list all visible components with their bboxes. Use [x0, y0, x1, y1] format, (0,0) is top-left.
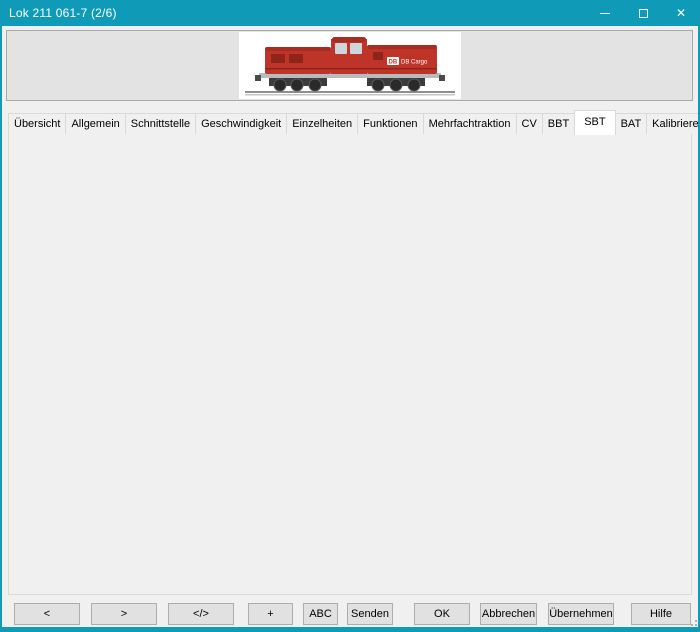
- titlebar[interactable]: Lok 211 061-7 (2/6) ✕: [0, 0, 700, 26]
- maximize-button[interactable]: [624, 0, 662, 26]
- abbrechen-button[interactable]: Abbrechen: [480, 603, 537, 625]
- tab-geschwindigkeit[interactable]: Geschwindigkeit: [195, 113, 287, 134]
- svg-text:DB: DB: [388, 60, 397, 66]
- prev-button[interactable]: <: [14, 603, 80, 625]
- tab-funktionen[interactable]: Funktionen: [357, 113, 423, 134]
- tab-bbt[interactable]: BBT: [542, 113, 575, 134]
- hilfe-button[interactable]: Hilfe: [631, 603, 691, 625]
- window-border: [0, 26, 2, 632]
- locomotive-illustration: DB DB Cargo: [239, 32, 461, 99]
- plus-button[interactable]: +: [248, 603, 293, 625]
- minimize-icon: [600, 13, 610, 14]
- close-icon: ✕: [676, 7, 686, 19]
- svg-text:DB Cargo: DB Cargo: [401, 60, 428, 66]
- tab-allgemein[interactable]: Allgemein: [65, 113, 125, 134]
- tab-cv[interactable]: CV: [516, 113, 543, 134]
- window-controls: ✕: [586, 0, 700, 26]
- locomotive-image: DB DB Cargo: [239, 32, 461, 99]
- tab-sbt[interactable]: SBT: [574, 110, 615, 135]
- close-button[interactable]: ✕: [662, 0, 700, 26]
- abc-button[interactable]: ABC: [303, 603, 338, 625]
- window-border: [0, 627, 700, 632]
- tab-strip: Übersicht Allgemein Schnittstelle Geschw…: [8, 111, 700, 134]
- uebernehmen-button[interactable]: Übernehmen: [548, 603, 614, 625]
- locomotive-image-panel: DB DB Cargo: [6, 30, 693, 101]
- tab-kalibrieren[interactable]: Kalibrieren: [646, 113, 700, 134]
- minimize-button[interactable]: [586, 0, 624, 26]
- tab-schnittstelle[interactable]: Schnittstelle: [125, 113, 196, 134]
- sbt-tab-pane: [8, 133, 692, 595]
- tab-mehrfachtraktion[interactable]: Mehrfachtraktion: [423, 113, 517, 134]
- next-button[interactable]: >: [91, 603, 157, 625]
- window-title: Lok 211 061-7 (2/6): [0, 6, 117, 20]
- senden-button[interactable]: Senden: [347, 603, 393, 625]
- lok-settings-dialog: Lok 211 061-7 (2/6) ✕: [0, 0, 700, 632]
- maximize-icon: [639, 9, 648, 18]
- tab-uebersicht[interactable]: Übersicht: [8, 113, 66, 134]
- ok-button[interactable]: OK: [414, 603, 470, 625]
- tab-einzelheiten[interactable]: Einzelheiten: [286, 113, 358, 134]
- tab-bat[interactable]: BAT: [615, 113, 648, 134]
- compare-button[interactable]: </>: [168, 603, 234, 625]
- resize-grip[interactable]: [690, 619, 697, 626]
